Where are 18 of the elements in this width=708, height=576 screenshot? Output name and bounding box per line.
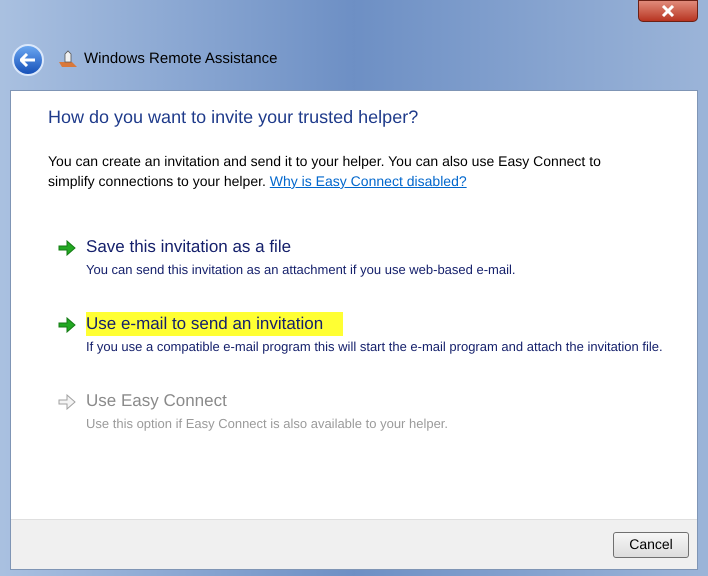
close-button[interactable] — [638, 0, 698, 22]
help-link[interactable]: Why is Easy Connect disabled? — [270, 173, 467, 189]
app-icon — [58, 50, 78, 68]
option-link[interactable]: Save this invitation as a file — [86, 235, 292, 259]
option-description: If you use a compatible e-mail program this will start the e-mail program and attach the invitation file. — [86, 338, 663, 356]
option-description: Use this option if Easy Connect is also available to your helper. — [86, 415, 448, 433]
dialog-heading: How do you want to invite your trusted helper? — [48, 106, 420, 129]
back-button[interactable] — [12, 44, 44, 76]
arrow-icon — [58, 394, 76, 410]
intro-text: You can create an invitation and send it to your helper. You can also use Easy Connect to simplify connections to your helper. Why is Easy Connect disabled? — [48, 152, 602, 191]
window-title: Windows Remote Assistance — [84, 48, 278, 68]
cancel-button[interactable]: Cancel — [613, 532, 689, 558]
option-description: You can send this invitation as an attachment if you use web-based e-mail. — [86, 261, 516, 279]
option-link[interactable]: Use e-mail to send an invitation — [86, 312, 344, 336]
close-icon — [661, 5, 675, 17]
arrow-icon — [58, 240, 76, 256]
arrow-icon — [58, 317, 76, 333]
back-arrow-icon — [20, 53, 36, 67]
